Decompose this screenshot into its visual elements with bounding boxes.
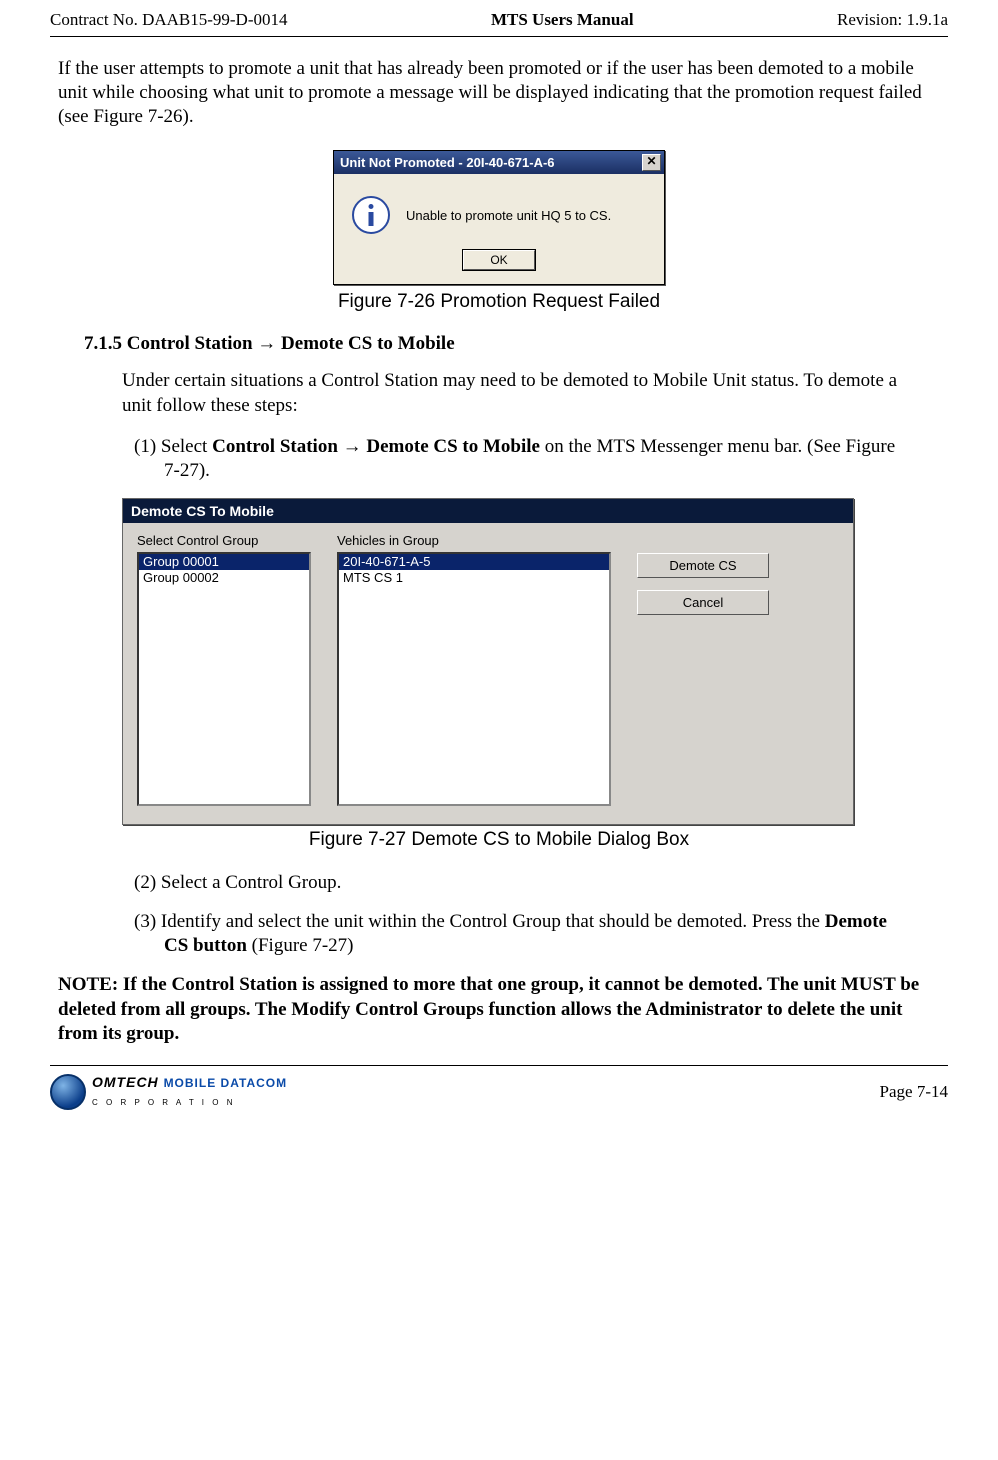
label-select-group: Select Control Group bbox=[137, 533, 311, 548]
note-text: NOTE: If the Control Station is assigned… bbox=[58, 973, 940, 1047]
header-revision: Revision: 1.9.1a bbox=[837, 10, 948, 30]
page-header: Contract No. DAAB15-99-D-0014 MTS Users … bbox=[50, 10, 948, 34]
list-item[interactable]: MTS CS 1 bbox=[339, 570, 609, 586]
step-2: (2) Select a Control Group. bbox=[134, 871, 908, 896]
list-item[interactable]: Group 00001 bbox=[139, 554, 309, 570]
step-3-text-a: (3) Identify and select the unit within … bbox=[134, 911, 825, 932]
msgbox-message: Unable to promote unit HQ 5 to CS. bbox=[406, 208, 611, 223]
logo-subtext: C O R P O R A T I O N bbox=[92, 1098, 235, 1107]
label-vehicles: Vehicles in Group bbox=[337, 533, 611, 548]
intro-paragraph: If the user attempts to promote a unit t… bbox=[58, 57, 948, 128]
demote-cs-dialog: Demote CS To Mobile Select Control Group… bbox=[122, 498, 854, 825]
globe-icon bbox=[50, 1074, 86, 1110]
control-group-listbox[interactable]: Group 00001 Group 00002 bbox=[137, 552, 311, 806]
step-1-bold: Control Station → Demote CS to Mobile bbox=[212, 436, 540, 457]
step-3: (3) Identify and select the unit within … bbox=[134, 910, 908, 959]
demote-dialog-title: Demote CS To Mobile bbox=[123, 499, 853, 523]
header-title: MTS Users Manual bbox=[491, 10, 634, 30]
logo-text-md: MOBILE DATACOM bbox=[164, 1076, 288, 1090]
info-icon bbox=[352, 196, 390, 234]
step-1: (1) Select Control Station → Demote CS t… bbox=[134, 435, 908, 484]
msgbox-titlebar: Unit Not Promoted - 20I-40-671-A-6 ✕ bbox=[334, 151, 664, 174]
header-divider bbox=[50, 36, 948, 37]
footer-logo: OMTECH MOBILE DATACOM C O R P O R A T I … bbox=[50, 1074, 287, 1110]
msgbox-promotion-failed: Unit Not Promoted - 20I-40-671-A-6 ✕ Una… bbox=[333, 150, 665, 285]
figure-27-caption: Figure 7-27 Demote CS to Mobile Dialog B… bbox=[50, 829, 948, 851]
step-1-text-a: Select bbox=[161, 436, 212, 457]
page-number: Page 7-14 bbox=[880, 1082, 948, 1102]
ok-button[interactable]: OK bbox=[463, 250, 534, 270]
footer-divider bbox=[50, 1065, 948, 1066]
figure-26-caption: Figure 7-26 Promotion Request Failed bbox=[50, 291, 948, 313]
step-1-number: (1) bbox=[134, 436, 161, 457]
page-footer: OMTECH MOBILE DATACOM C O R P O R A T I … bbox=[50, 1074, 948, 1116]
cancel-button[interactable]: Cancel bbox=[637, 590, 769, 615]
section-7-1-5-heading: 7.1.5 Control Station → Demote CS to Mob… bbox=[84, 333, 948, 355]
header-contract: Contract No. DAAB15-99-D-0014 bbox=[50, 10, 288, 30]
step-3-text-b: (Figure 7-27) bbox=[247, 935, 354, 956]
close-icon[interactable]: ✕ bbox=[642, 154, 661, 171]
logo-text-omtech: OMTECH bbox=[92, 1074, 164, 1090]
list-item[interactable]: 20I-40-671-A-5 bbox=[339, 554, 609, 570]
section-7-1-5-body: Under certain situations a Control Stati… bbox=[122, 369, 908, 418]
list-item[interactable]: Group 00002 bbox=[139, 570, 309, 586]
demote-cs-button[interactable]: Demote CS bbox=[637, 553, 769, 578]
vehicles-listbox[interactable]: 20I-40-671-A-5 MTS CS 1 bbox=[337, 552, 611, 806]
msgbox-title: Unit Not Promoted - 20I-40-671-A-6 bbox=[340, 155, 555, 170]
